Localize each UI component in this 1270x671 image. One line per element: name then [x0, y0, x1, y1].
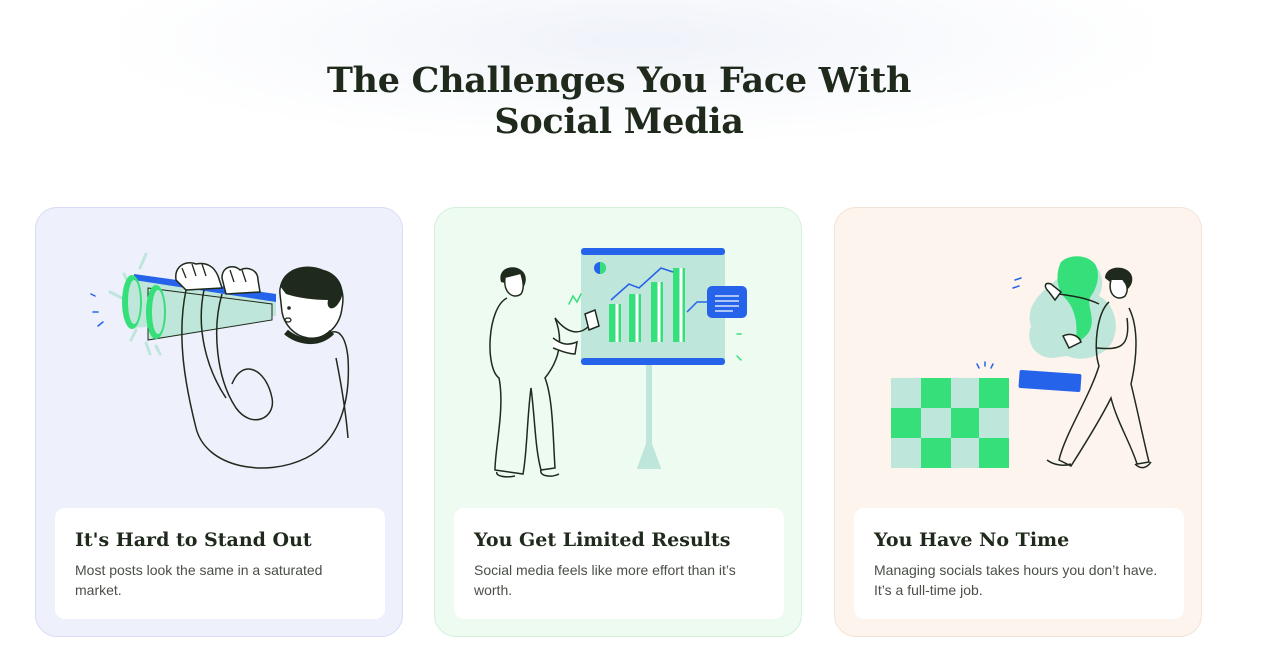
- card-description: Managing socials takes hours you don’t h…: [874, 562, 1158, 598]
- challenge-card-no-time: You Have No Time Managing socials takes …: [834, 207, 1202, 637]
- card-text-box: It's Hard to Stand Out Most posts look t…: [55, 508, 385, 619]
- section-title-line-1: The Challenges You Face With: [326, 60, 912, 101]
- card-description: Social media feels like more effort than…: [474, 562, 736, 598]
- challenge-card-stand-out: It's Hard to Stand Out Most posts look t…: [35, 207, 403, 637]
- card-title: You Have No Time: [874, 529, 1070, 551]
- card-title: You Get Limited Results: [474, 529, 731, 551]
- section-title: The Challenges You Face With Social Medi…: [0, 60, 1238, 142]
- section-title-line-2: Social Media: [494, 101, 744, 142]
- card-description: Most posts look the same in a saturated …: [75, 562, 323, 598]
- person-carrying-statue-icon: [891, 256, 1152, 469]
- binoculars-person-icon: [90, 252, 350, 469]
- card-text-box: You Have No Time Managing socials takes …: [854, 508, 1184, 619]
- card-title: It's Hard to Stand Out: [75, 529, 312, 551]
- card-text-box: You Get Limited Results Social media fee…: [454, 508, 784, 619]
- presentation-chart-icon: [489, 248, 747, 478]
- challenge-card-limited-results: You Get Limited Results Social media fee…: [434, 207, 802, 637]
